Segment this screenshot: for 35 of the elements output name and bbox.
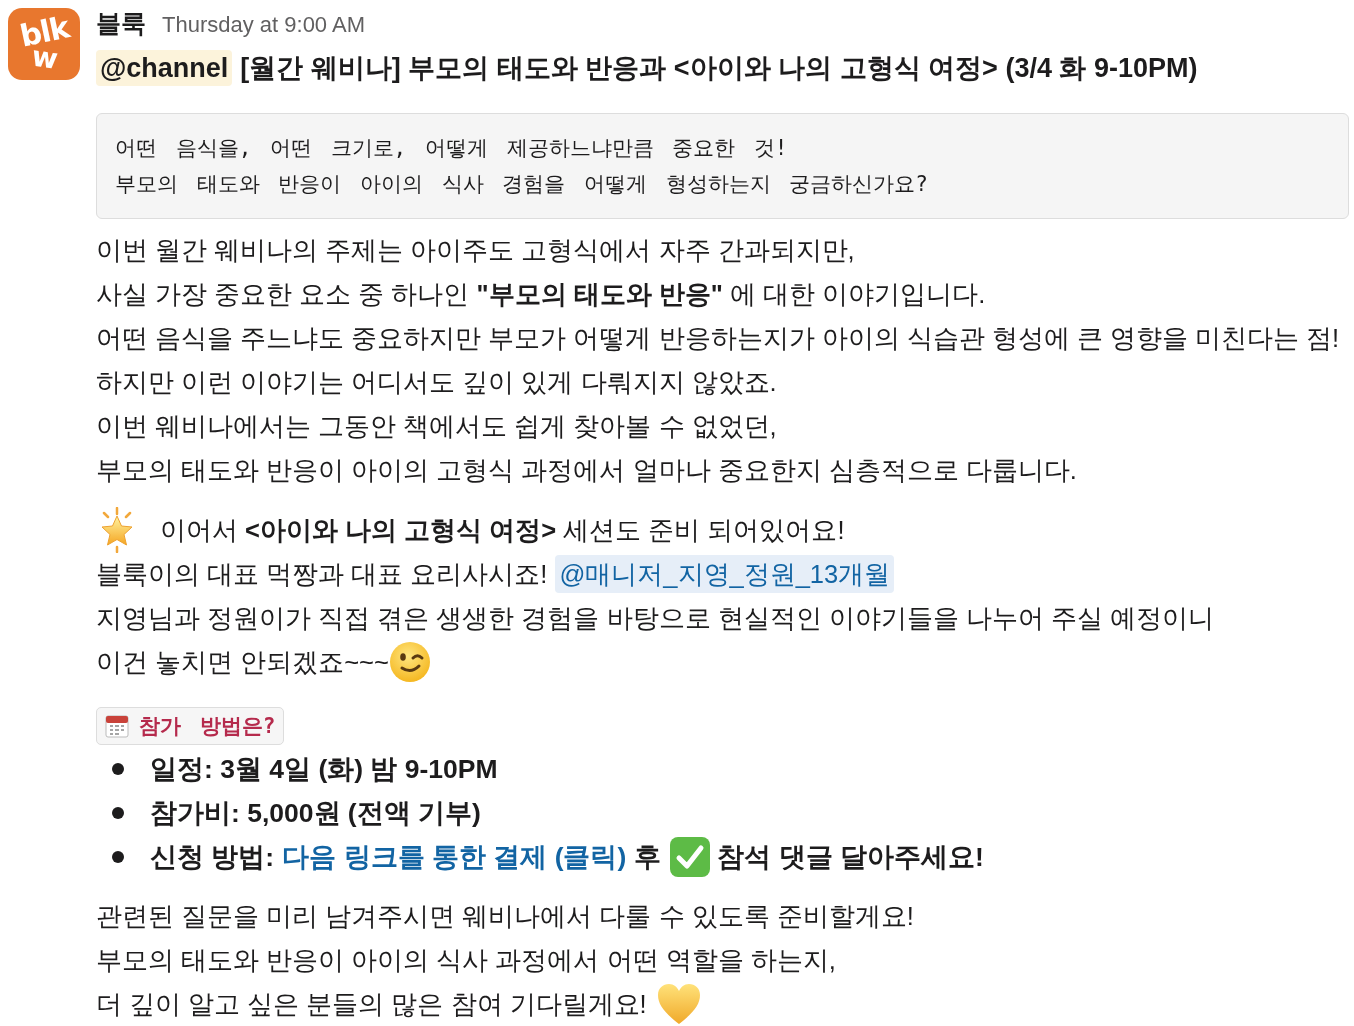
message-text: 관련된 질문을 미리 남겨주시면 웨비나에서 다룰 수 있도록 준비할게요! [96, 901, 914, 932]
bullet-icon [112, 851, 124, 863]
message-text: 이번 월간 웨비나의 주제는 아이주도 고형식에서 자주 간과되지만, [96, 235, 855, 266]
message-text: 부모의 태도와 반응이 아이의 식사 과정에서 어떤 역할을 하는지, [96, 945, 836, 976]
calendar-icon [105, 714, 129, 738]
message-text: 더 깊이 알고 싶은 분들의 많은 참여 기다릴게요! [96, 989, 647, 1020]
code-label-text: 참가 방법은? [139, 713, 276, 740]
list-item-text: 신청 방법: [150, 841, 275, 874]
heart-icon [656, 983, 701, 1025]
sender-name[interactable]: 블룩 [96, 8, 146, 38]
channel-mention[interactable]: @channel [96, 50, 233, 86]
list-item-text: 참석 댓글 달아주세요! [717, 841, 984, 874]
list-item-text: 참가비: 5,000원 (전액 기부) [150, 797, 481, 830]
message-text: 지영님과 정원이가 직접 겪은 생생한 경험을 바탕으로 현실적인 이야기들을 나누어 주실 예정이니 [96, 603, 1214, 634]
list-item-text: 일정: 3월 4일 (화) 밤 9-10PM [150, 753, 498, 786]
message-text: 어떤 음식을 주느냐도 중요하지만 부모가 어떻게 반응하는지가 아이의 식습관 형성에 큰 영향을 미친다는 점! [96, 323, 1340, 354]
message-text: 이어서 <아이와 나의 고형식 여정> 세션도 준비 되어있어요! [160, 515, 845, 546]
message-text: 사실 가장 중요한 요소 중 하나인 "부모의 태도와 반응" 에 대한 이야기입니다. [96, 279, 986, 310]
check-mark-icon [669, 836, 712, 878]
quote-text: 어떤 음식을, 어떤 크기로, 어떻게 제공하느냐만큼 중요한 것! [115, 135, 789, 162]
winking-face-icon [388, 641, 431, 683]
message-text: 이번 웨비나에서는 그동안 책에서도 쉽게 찾아볼 수 없었던, [96, 411, 777, 442]
timestamp[interactable]: Thursday at 9:00 AM [162, 10, 365, 40]
payment-link[interactable]: 다음 링크를 통한 결제 (클릭) [282, 835, 627, 879]
app-logo: blk w [8, 8, 80, 80]
bullet-icon [112, 763, 124, 775]
message-text: 부모의 태도와 반응이 아이의 고형식 과정에서 얼마나 중요한지 심층적으로 다룹니다. [96, 455, 1077, 486]
bullet-icon [112, 807, 124, 819]
user-mention[interactable]: @매니저_지영_정원_13개월 [555, 555, 895, 593]
quote-text: 부모의 태도와 반응이 아이의 식사 경험을 어떻게 형성하는지 궁금하신가요? [115, 171, 929, 198]
message-title: [월간 웨비나] 부모의 태도와 반응과 <아이와 나의 고형식 여정> (3/4 화 9-10PM) [240, 52, 1198, 85]
list-item-text: 후 [634, 841, 662, 874]
message-text: 블룩이의 대표 먹짱과 대표 요리사시죠! [96, 559, 548, 590]
message-text: 하지만 이런 이야기는 어디서도 깊이 있게 다뤄지지 않았죠. [96, 367, 777, 398]
message-text: 이건 놓치면 안되겠죠~~~ [96, 647, 389, 678]
